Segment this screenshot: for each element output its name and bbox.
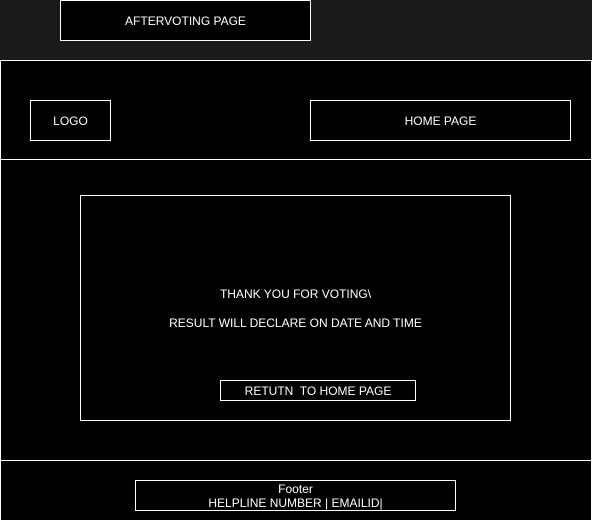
header-divider xyxy=(0,159,592,160)
home-page-label: HOME PAGE xyxy=(404,113,477,128)
wireframe-canvas: AFTERVOTING PAGE LOGO HOME PAGE THANK YO… xyxy=(0,0,592,521)
footer: Footer HELPLINE NUMBER | EMAILID| xyxy=(135,480,456,511)
logo-label: LOGO xyxy=(53,113,88,128)
footer-contact-line: HELPLINE NUMBER | EMAILID| xyxy=(208,495,383,510)
thanks-message: THANK YOU FOR VOTING\ xyxy=(219,287,372,301)
home-page-link[interactable]: HOME PAGE xyxy=(310,100,571,141)
footer-divider xyxy=(0,460,592,461)
return-home-button[interactable]: RETUTN TO HOME PAGE xyxy=(220,380,416,401)
page-title-text: AFTERVOTING PAGE xyxy=(125,13,246,28)
return-home-button-label: RETUTN TO HOME PAGE xyxy=(244,383,392,398)
page-title: AFTERVOTING PAGE xyxy=(60,0,311,41)
result-message: RESULT WILL DECLARE ON DATE AND TIME xyxy=(169,316,422,330)
logo[interactable]: LOGO xyxy=(30,100,111,141)
footer-title: Footer xyxy=(278,481,313,496)
